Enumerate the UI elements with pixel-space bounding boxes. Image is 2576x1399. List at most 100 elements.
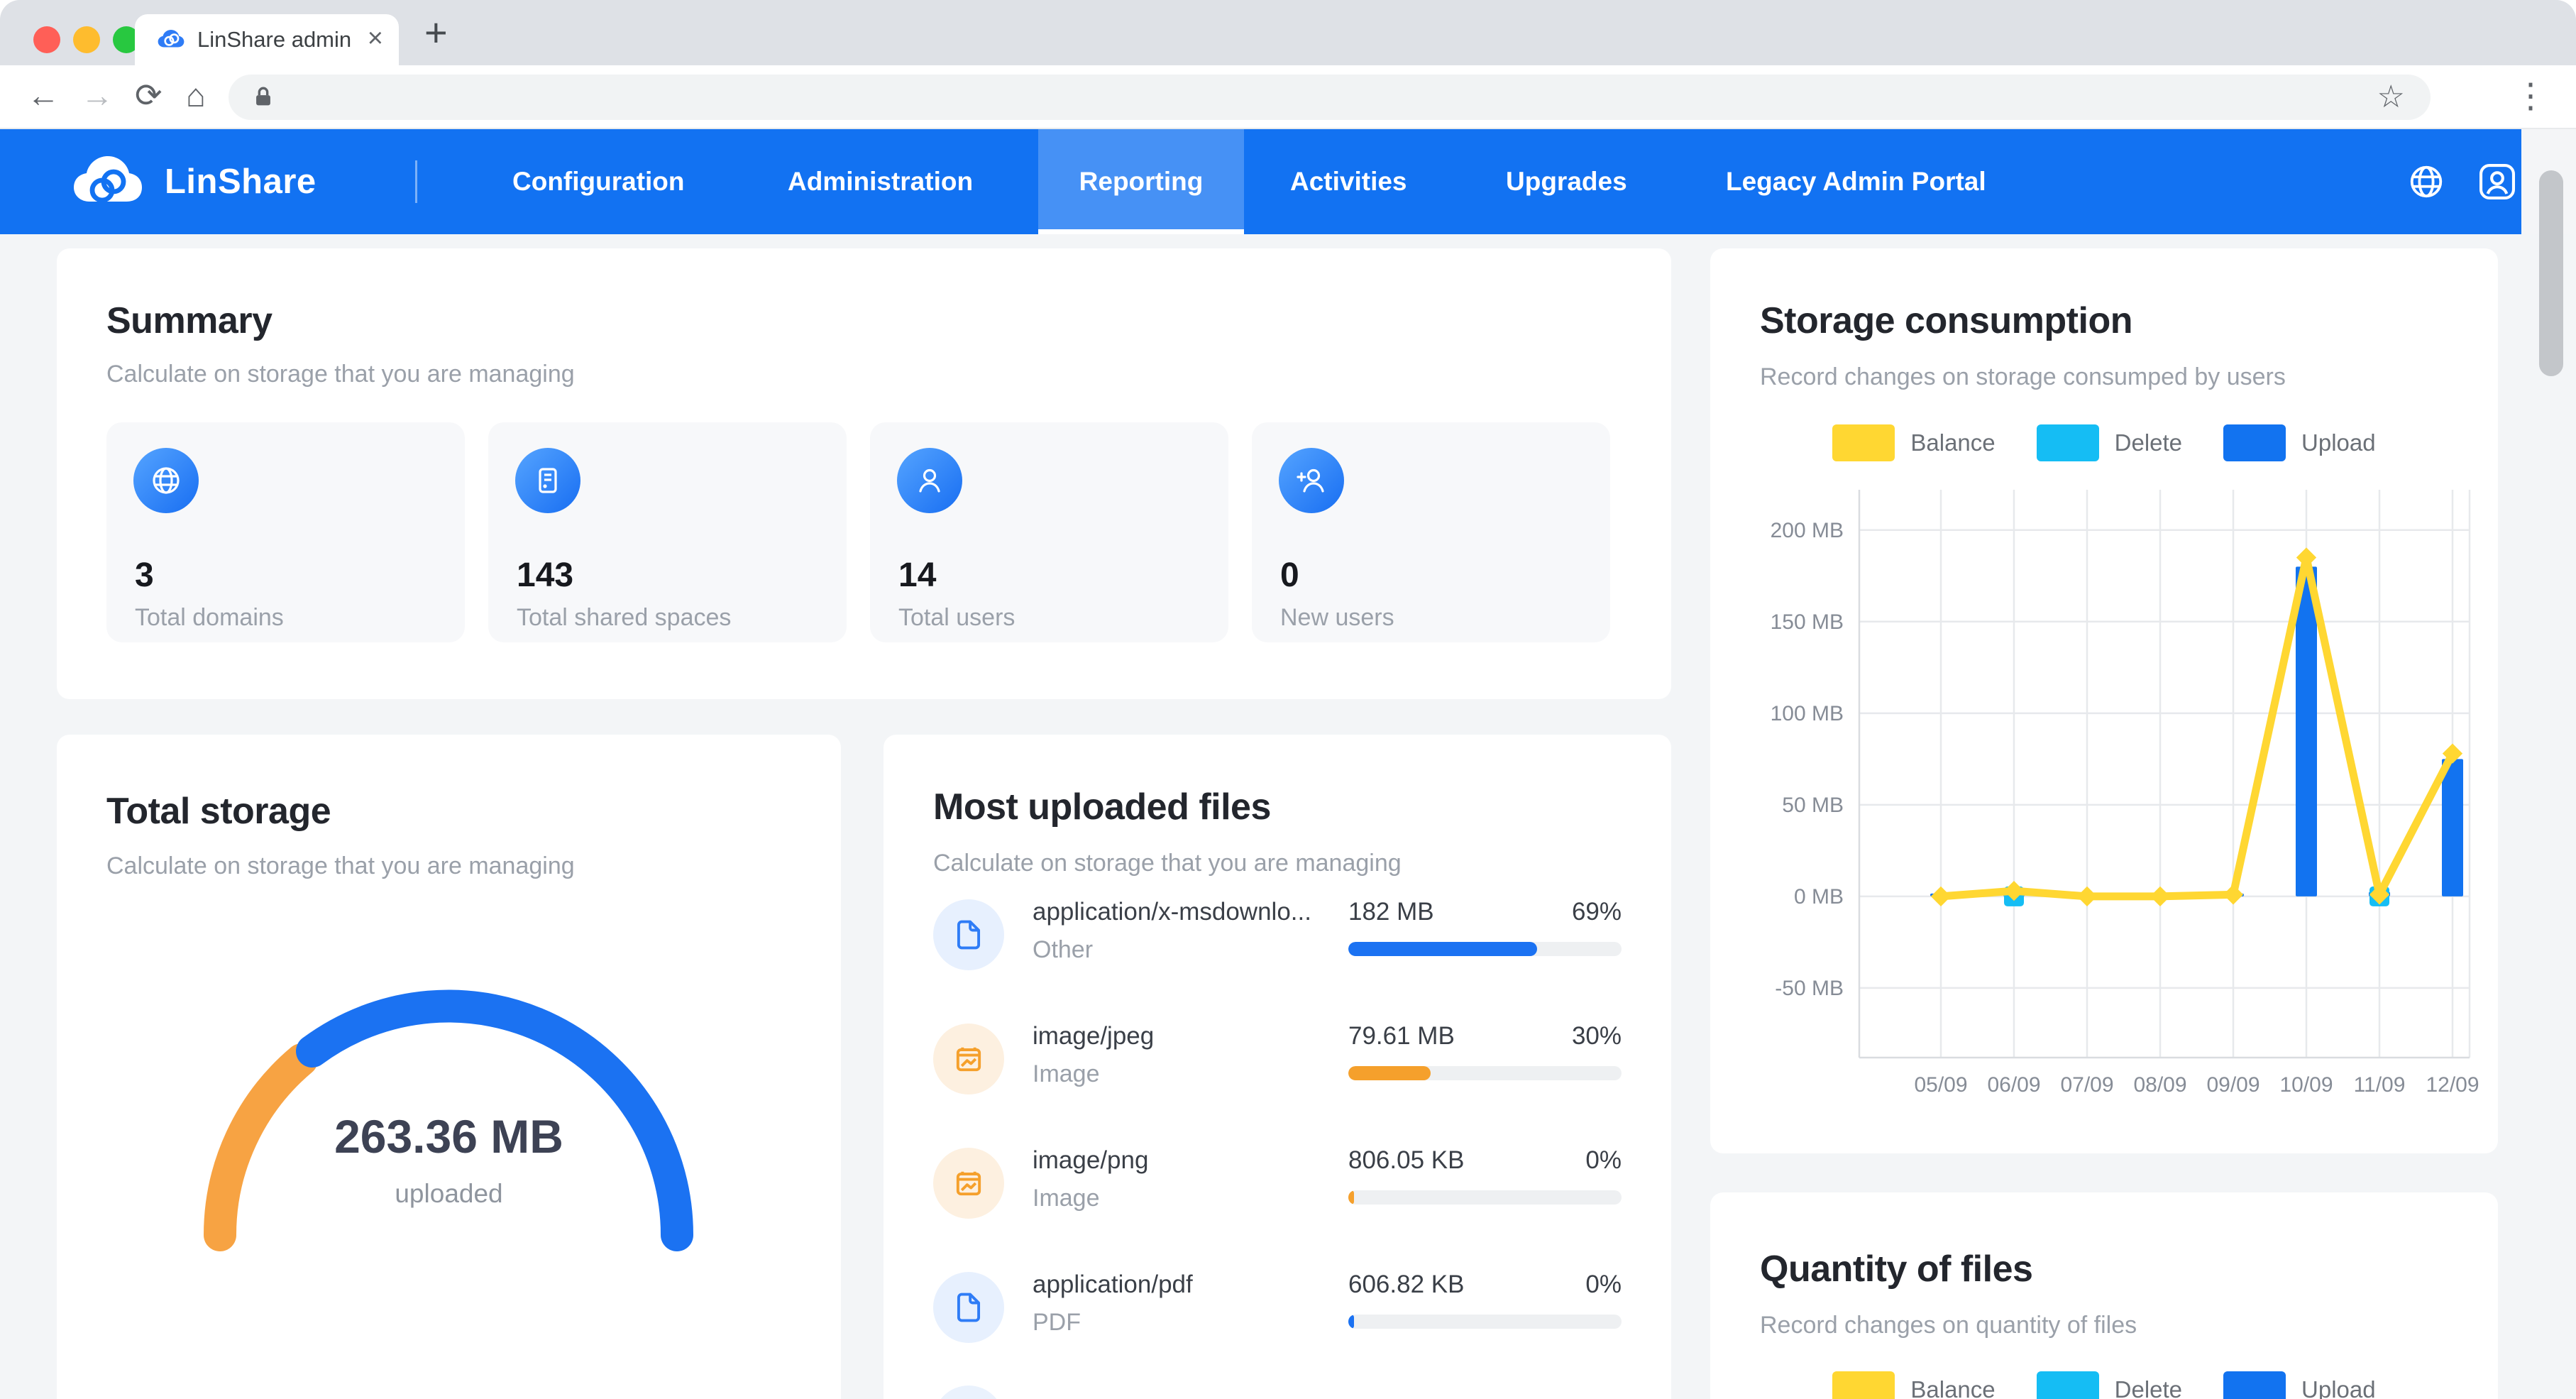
user-add-icon: [1279, 448, 1344, 513]
progress-track: [1348, 942, 1622, 956]
tab-title: LinShare admin: [197, 14, 351, 65]
upload-swatch-icon: [2223, 424, 2286, 461]
legend-label: Upload: [2301, 429, 2376, 456]
summary-card: Summary Calculate on storage that you ar…: [57, 248, 1671, 699]
file-row: image/png Image 806.05 KB 0%: [933, 1145, 1622, 1251]
total-storage-title: Total storage: [106, 790, 331, 833]
nav-item-reporting[interactable]: Reporting: [1038, 129, 1244, 234]
svg-text:09/09: 09/09: [2206, 1073, 2259, 1097]
legend-balance[interactable]: Balance: [1832, 424, 1995, 461]
stat-card-total-domains: 3 Total domains: [106, 422, 465, 642]
tab-close-icon[interactable]: ×: [368, 14, 383, 65]
gauge-caption: uploaded: [57, 1179, 841, 1209]
shared-spaces-icon: [515, 448, 580, 513]
stat-value: 3: [135, 556, 154, 595]
file-category: Other: [1033, 936, 1093, 964]
file-icon: [933, 899, 1004, 970]
scrollbar-thumb[interactable]: [2539, 170, 2563, 376]
svg-text:11/09: 11/09: [2354, 1073, 2406, 1097]
svg-text:0 MB: 0 MB: [1794, 885, 1844, 909]
file-percent: 0%: [1585, 1271, 1622, 1299]
stat-card-total-users: 14 Total users: [870, 422, 1228, 642]
file-percent: 30%: [1572, 1022, 1622, 1050]
nav-item-upgrades[interactable]: Upgrades: [1506, 129, 1627, 234]
progress-fill: [1348, 1066, 1431, 1080]
next-file-row-icon-partial: [933, 1386, 1004, 1399]
linshare-logo-icon: [65, 148, 150, 216]
home-icon[interactable]: ⌂: [186, 65, 206, 128]
legend-label: Balance: [1910, 1376, 1995, 1399]
svg-text:05/09: 05/09: [1914, 1073, 1967, 1097]
progress-track: [1348, 1315, 1622, 1329]
legend-balance[interactable]: Balance: [1832, 1371, 1995, 1399]
file-category: PDF: [1033, 1309, 1081, 1337]
image-icon: [933, 1148, 1004, 1219]
linshare-favicon-icon: [156, 25, 186, 55]
file-percent: 69%: [1572, 898, 1622, 926]
browser-window: LinShare admin × + ← → ⟳ ⌂ ☆ ⋮ LinShare …: [0, 0, 2576, 1399]
browser-tab-strip: LinShare admin × +: [0, 0, 2576, 65]
file-type: image/png: [1033, 1146, 1148, 1175]
stat-value: 143: [517, 556, 573, 595]
stat-card-total-shared-spaces: 143 Total shared spaces: [488, 422, 847, 642]
app-navbar: LinShare Configuration Administration Re…: [0, 129, 2521, 234]
quantity-files-subtitle: Record changes on quantity of files: [1760, 1312, 2137, 1339]
legend-delete[interactable]: Delete: [2037, 1371, 2182, 1399]
legend-upload[interactable]: Upload: [2223, 1371, 2376, 1399]
storage-consumption-card: Storage consumption Record changes on st…: [1710, 248, 2498, 1153]
svg-text:50 MB: 50 MB: [1782, 794, 1844, 817]
file-category: Image: [1033, 1060, 1100, 1088]
browser-address-bar: ← → ⟳ ⌂ ☆ ⋮: [0, 65, 2576, 129]
upload-swatch-icon: [2223, 1371, 2286, 1399]
file-icon: [933, 1272, 1004, 1343]
stat-label: New users: [1280, 604, 1394, 632]
globe-icon: [133, 448, 199, 513]
url-input[interactable]: ☆: [229, 75, 2431, 120]
svg-text:07/09: 07/09: [2060, 1073, 2113, 1097]
quantity-of-files-card: Quantity of files Record changes on quan…: [1710, 1192, 2498, 1399]
file-row: image/jpeg Image 79.61 MB 30%: [933, 1021, 1622, 1127]
file-row: application/x-msdownlo... Other 182 MB 6…: [933, 896, 1622, 1003]
legend-upload[interactable]: Upload: [2223, 424, 2376, 461]
svg-text:08/09: 08/09: [2133, 1073, 2186, 1097]
window-minimize-button[interactable]: [73, 26, 100, 53]
svg-text:10/09: 10/09: [2279, 1073, 2333, 1097]
nav-item-configuration[interactable]: Configuration: [512, 129, 685, 234]
stat-label: Total shared spaces: [517, 604, 731, 632]
bookmark-star-icon[interactable]: ☆: [2377, 79, 2405, 116]
window-close-button[interactable]: [33, 26, 60, 53]
storage-consumption-chart: 200 MB150 MB100 MB50 MB0 MB-50 MB05/0906…: [1714, 468, 2494, 1121]
nav-item-legacy-admin-portal[interactable]: Legacy Admin Portal: [1726, 129, 1986, 234]
user-profile-icon[interactable]: [2477, 161, 2518, 202]
back-icon[interactable]: ←: [27, 65, 60, 128]
summary-subtitle: Calculate on storage that you are managi…: [106, 361, 575, 388]
forward-icon: →: [81, 65, 114, 128]
legend-delete[interactable]: Delete: [2037, 424, 2182, 461]
browser-menu-icon[interactable]: ⋮: [2514, 67, 2548, 126]
svg-text:06/09: 06/09: [1987, 1073, 2040, 1097]
balance-swatch-icon: [1832, 424, 1895, 461]
file-size: 806.05 KB: [1348, 1146, 1464, 1175]
brand-name[interactable]: LinShare: [165, 129, 317, 234]
file-size: 79.61 MB: [1348, 1022, 1455, 1050]
most-uploaded-subtitle: Calculate on storage that you are managi…: [933, 850, 1402, 877]
legend-label: Balance: [1910, 429, 1995, 456]
nav-item-activities[interactable]: Activities: [1290, 129, 1407, 234]
nav-divider: [415, 160, 417, 203]
browser-tab[interactable]: LinShare admin ×: [135, 14, 399, 65]
stat-label: Total users: [898, 604, 1015, 632]
stat-value: 0: [1280, 556, 1299, 595]
file-size: 606.82 KB: [1348, 1271, 1464, 1299]
summary-title: Summary: [106, 300, 273, 342]
svg-text:200 MB: 200 MB: [1771, 519, 1844, 542]
progress-fill: [1348, 1190, 1354, 1205]
file-row: application/pdf PDF 606.82 KB 0%: [933, 1269, 1622, 1376]
nav-item-administration[interactable]: Administration: [788, 129, 973, 234]
progress-track: [1348, 1066, 1622, 1080]
chart-legend: Balance Delete Upload: [1710, 424, 2498, 461]
language-globe-icon[interactable]: [2407, 163, 2445, 201]
progress-fill: [1348, 942, 1537, 956]
reload-icon[interactable]: ⟳: [135, 65, 163, 128]
new-tab-button[interactable]: +: [424, 6, 448, 60]
file-type: image/jpeg: [1033, 1022, 1154, 1050]
